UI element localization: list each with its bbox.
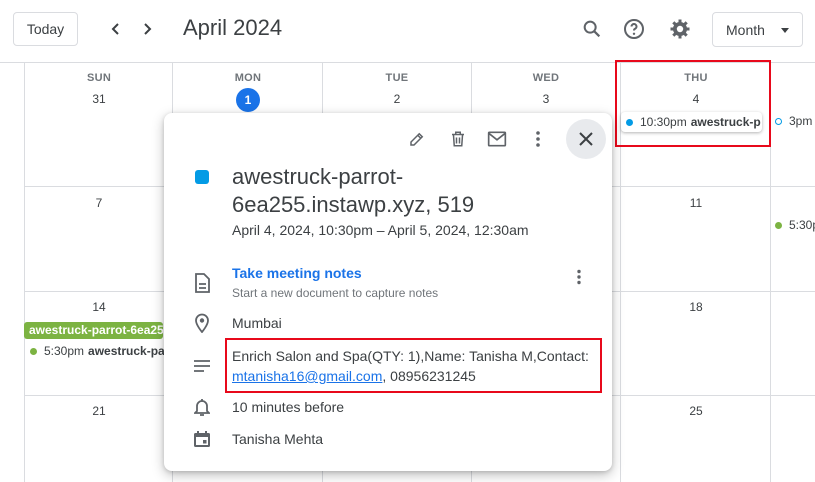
event-color-swatch [195,170,209,184]
event-time-range: April 4, 2024, 10:30pm – April 5, 2024, … [232,222,529,238]
today-button[interactable]: Today [13,12,78,46]
edit-icon [410,132,424,146]
location-icon [192,313,212,333]
close-popup-button[interactable] [566,119,606,159]
day-number[interactable]: 31 [24,92,174,106]
day-header-tue: TUE [385,72,409,84]
day-number[interactable]: 25 [621,404,771,418]
event-time: 5:30pm [44,344,85,358]
event-chip[interactable]: 5:30pm awestruck-pa [30,344,165,358]
view-switcher[interactable]: Month [712,12,803,47]
allday-event-chip[interactable]: awestruck-parrot-6ea25 [24,322,163,339]
search-button[interactable] [578,15,606,43]
event-time: 3pm [789,114,813,128]
event-title: awestruck-pa [88,344,165,358]
day-header-wed: WED [532,72,560,84]
edit-event-button[interactable] [405,127,429,151]
mail-icon [487,131,507,147]
notes-subtitle: Start a new document to capture notes [232,286,439,300]
event-title: awestruck-parrot-6ea255.instawp.xyz, 519 [232,164,475,217]
event-dot-icon [30,347,37,355]
event-reminder: 10 minutes before [232,399,345,415]
delete-icon [452,131,464,147]
top-toolbar: Today April 2024 Month [0,0,815,63]
chevron-right-icon [144,23,152,35]
close-icon [579,132,593,146]
day-header-sun: SUN [86,72,112,84]
delete-event-button[interactable] [446,127,470,151]
event-calendar-owner: Tanisha Mehta [232,431,324,447]
bell-icon [192,397,212,417]
day-number[interactable]: 3 [471,92,621,106]
next-month-button[interactable] [134,16,160,42]
help-button[interactable] [620,15,648,43]
event-dot-icon [775,117,782,125]
chevron-left-icon [111,23,119,35]
month-title: April 2024 [183,15,283,40]
more-options-button[interactable] [526,127,550,151]
event-location[interactable]: Mumbai [232,315,282,331]
day-number-today[interactable]: 1 [173,88,323,112]
more-vert-icon [536,131,540,147]
event-details-popup: awestruck-parrot-6ea255.instawp.xyz, 519… [164,113,612,471]
highlight-box [225,338,602,393]
view-switcher-label: Month [726,21,765,38]
day-number[interactable]: 7 [24,196,174,210]
previous-month-button[interactable] [103,16,129,42]
day-number[interactable]: 2 [322,92,472,106]
help-icon [624,19,644,39]
more-vert-icon [577,269,581,285]
email-guests-button[interactable] [485,127,509,151]
event-dot-icon [775,221,782,229]
settings-button[interactable] [666,15,694,43]
day-number[interactable]: 14 [24,300,174,314]
search-icon [583,20,601,38]
highlight-box [615,60,771,147]
event-chip[interactable]: 5:30p [775,218,815,232]
take-meeting-notes-link[interactable]: Take meeting notes [232,265,362,281]
dropdown-caret-icon [781,28,789,33]
settings-icon [670,19,690,39]
day-number[interactable]: 21 [24,404,174,418]
day-header-mon: MON [234,72,262,84]
calendar-icon [192,429,212,449]
description-icon [192,356,212,376]
today-indicator: 1 [236,88,260,112]
event-chip[interactable]: 3pm [775,114,812,128]
document-icon [192,273,212,293]
notes-more-button[interactable] [569,265,589,289]
day-number[interactable]: 18 [621,300,771,314]
day-number[interactable]: 11 [621,196,771,210]
event-time: 5:30p [789,218,815,232]
grid-divider [24,63,25,482]
